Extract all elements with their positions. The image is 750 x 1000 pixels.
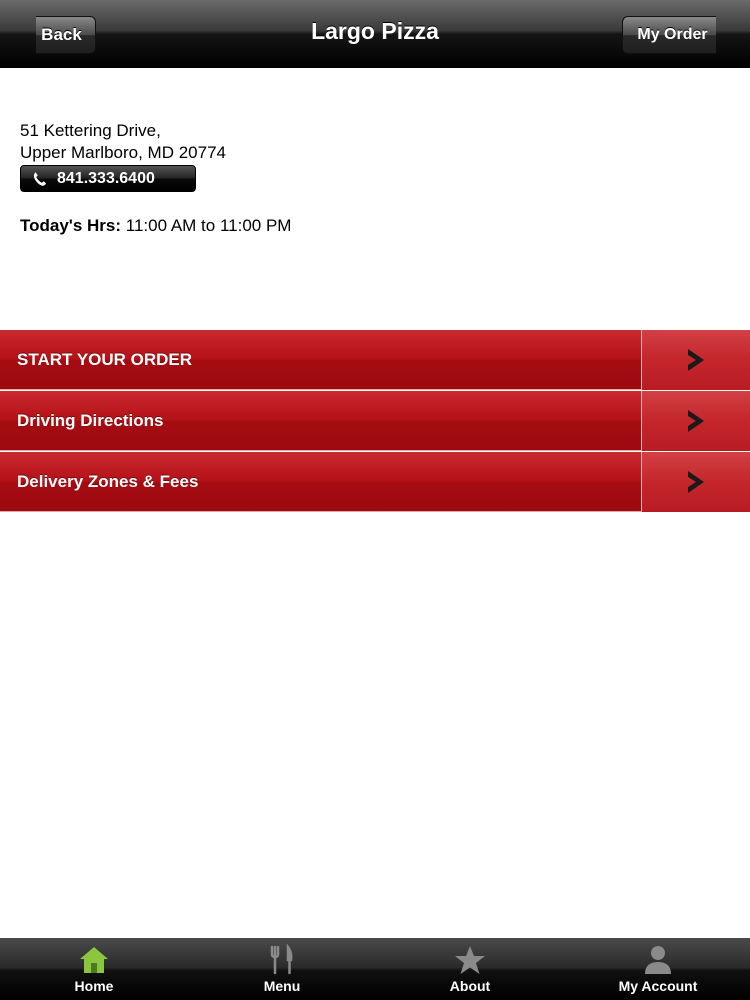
my-order-button[interactable]: My Order	[622, 16, 716, 54]
tab-my-account-label: My Account	[618, 978, 698, 994]
start-order-arrow-button[interactable]	[641, 330, 750, 390]
todays-hours: Today's Hrs: 11:00 AM to 11:00 PM	[20, 216, 291, 236]
tab-home-label: Home	[74, 978, 114, 994]
tab-bar: Home Menu About My Account	[0, 938, 750, 1000]
phone-number: 841.333.6400	[57, 169, 155, 187]
driving-directions-row[interactable]: Driving Directions	[0, 391, 750, 451]
my-order-button-label: My Order	[637, 26, 708, 43]
nav-bar: Back Largo Pizza My Order	[0, 0, 750, 68]
address-block: 51 Kettering Drive, Upper Marlboro, MD 2…	[20, 120, 226, 164]
chevron-right-icon	[688, 410, 704, 432]
back-button-label: Back	[41, 25, 82, 44]
delivery-zones-row[interactable]: Delivery Zones & Fees	[0, 452, 750, 512]
tab-about[interactable]: About	[376, 938, 564, 1000]
address-line-1: 51 Kettering Drive,	[20, 121, 161, 140]
tab-home[interactable]: Home	[0, 938, 188, 1000]
address-line-2: Upper Marlboro, MD 20774	[20, 143, 226, 162]
delivery-zones-label: Delivery Zones & Fees	[17, 472, 199, 491]
tab-about-label: About	[449, 978, 491, 994]
fork-knife-icon	[270, 944, 293, 975]
start-order-row[interactable]: START YOUR ORDER	[0, 330, 750, 390]
tab-menu-label: Menu	[263, 978, 301, 994]
person-icon	[645, 946, 671, 974]
driving-directions-arrow-button[interactable]	[641, 391, 750, 451]
start-order-label: START YOUR ORDER	[17, 350, 193, 369]
hours-value: 11:00 AM to 11:00 PM	[125, 216, 292, 235]
driving-directions-label: Driving Directions	[17, 411, 164, 430]
tab-menu[interactable]: Menu	[188, 938, 376, 1000]
home-icon	[80, 947, 108, 973]
delivery-zones-arrow-button[interactable]	[641, 452, 750, 512]
star-icon	[455, 946, 485, 974]
tab-my-account[interactable]: My Account	[564, 938, 750, 1000]
phone-icon	[33, 171, 46, 186]
phone-button[interactable]: 841.333.6400	[20, 165, 196, 192]
chevron-right-icon	[688, 349, 704, 371]
hours-label: Today's Hrs:	[20, 216, 122, 235]
chevron-right-icon	[688, 471, 704, 493]
